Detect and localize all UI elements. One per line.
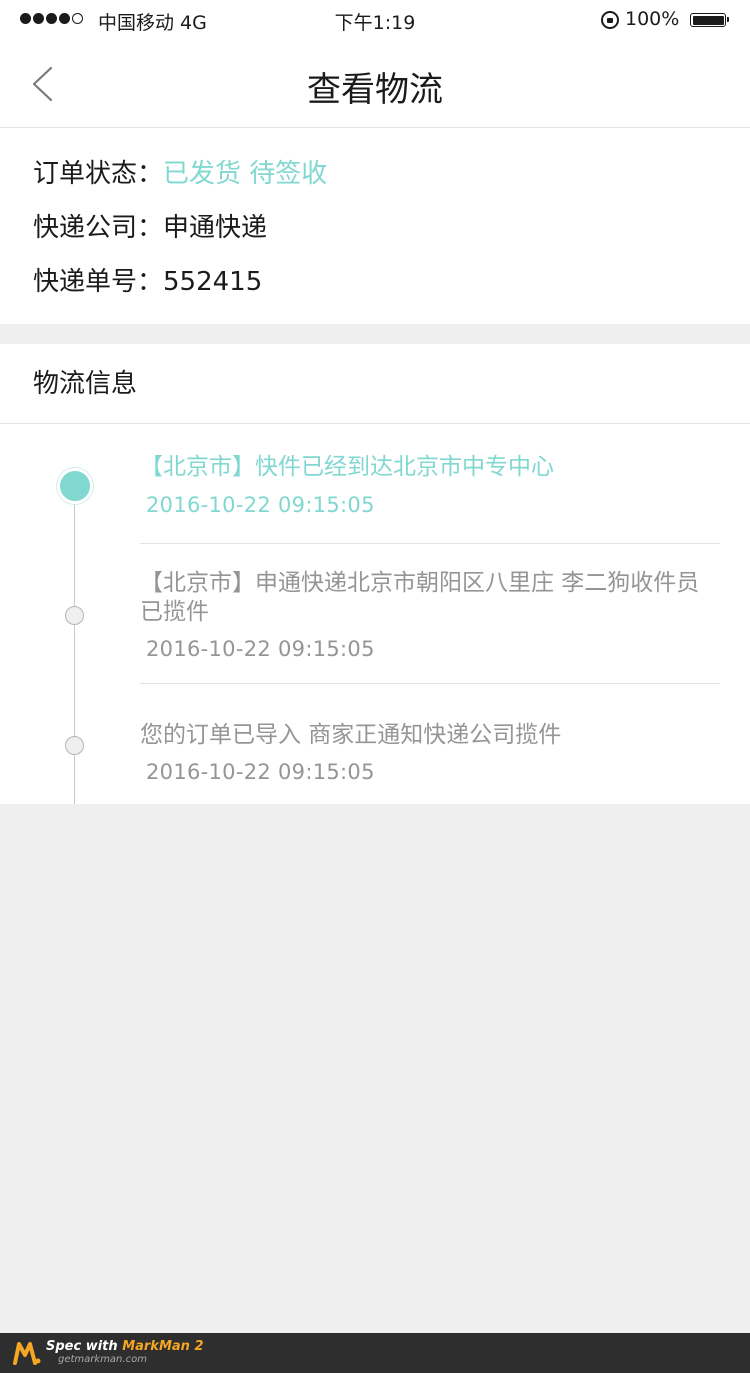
timeline-event: 【北京市】申通快递北京市朝阳区八里庄 李二狗收件员 已揽件 2016-10-22… [140, 544, 720, 684]
tracking-number-label: 快递单号： [33, 267, 164, 297]
battery-icon [690, 13, 729, 27]
tracking-number-row: 快递单号：552415 [33, 267, 262, 297]
event-timestamp: 2016-10-22 09:15:05 [146, 760, 375, 784]
order-status-row: 订单状态：已发货 待签收 [33, 159, 327, 189]
order-info-panel: 订单状态：已发货 待签收 快递公司：申通快递 快递单号：552415 [0, 128, 750, 324]
event-timestamp: 2016-10-22 09:15:05 [146, 493, 375, 517]
timeline-event: 您的订单已导入 商家正通知快递公司揽件 2016-10-22 09:15:05 [140, 684, 720, 804]
markman-brand: MarkMan 2 [122, 1339, 204, 1354]
event-description: 【北京市】申通快递北京市朝阳区八里庄 李二狗收件员 已揽件 [140, 570, 700, 625]
courier-company-row: 快递公司：申通快递 [33, 213, 267, 243]
event-description: 您的订单已导入 商家正通知快递公司揽件 [140, 722, 562, 748]
timeline-node-current [57, 468, 93, 504]
event-timestamp: 2016-10-22 09:15:05 [146, 637, 375, 661]
tracking-number-value[interactable]: 552415 [163, 267, 262, 297]
battery-percent: 100% [625, 8, 680, 30]
nav-bar: 查看物流 [0, 40, 750, 128]
order-status-value: 已发货 待签收 [163, 159, 328, 189]
timeline-node [65, 736, 84, 755]
logistics-header: 物流信息 [0, 344, 750, 424]
courier-company-label: 快递公司： [33, 213, 164, 243]
logistics-panel: 物流信息 【北京市】快件已经到达北京市中专中心 2016-10-22 09:15… [0, 344, 750, 804]
timeline-event: 【北京市】快件已经到达北京市中专中心 2016-10-22 09:15:05 [140, 424, 720, 544]
courier-company-value: 申通快递 [163, 213, 268, 243]
order-status-label: 订单状态： [33, 159, 164, 189]
markman-logo-icon [13, 1342, 41, 1365]
event-description: 【北京市】快件已经到达北京市中专中心 [140, 454, 554, 480]
status-bar: 中国移动 4G 下午1:19 100% [0, 0, 750, 40]
timeline-line [74, 486, 75, 804]
markman-spec-text: Spec with MarkMan 2 [46, 1339, 204, 1354]
markman-url[interactable]: getmarkman.com [58, 1354, 147, 1365]
rotation-lock-icon [601, 11, 619, 29]
logistics-title: 物流信息 [33, 369, 138, 399]
markman-spec-prefix: Spec with [46, 1339, 123, 1354]
markman-footer: Spec with MarkMan 2 getmarkman.com [0, 1333, 750, 1373]
page-title: 查看物流 [307, 70, 443, 110]
timeline-node [65, 606, 84, 625]
